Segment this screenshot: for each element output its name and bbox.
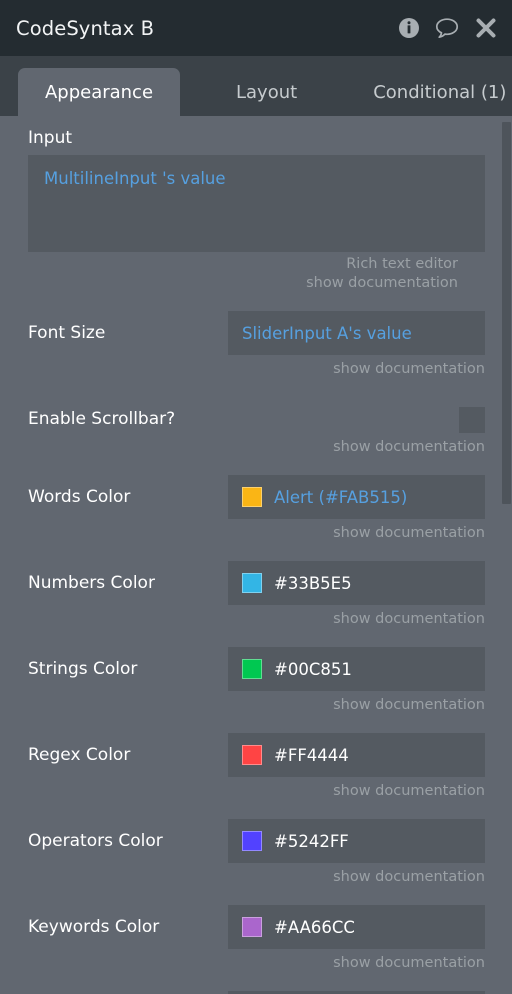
panel-header: CodeSyntax B (0, 0, 512, 56)
vertical-scrollbar-track[interactable] (502, 116, 512, 994)
operators-color-show-documentation-link[interactable]: show documentation (228, 863, 485, 887)
numbers-color-show-documentation-link[interactable]: show documentation (228, 605, 485, 629)
property-control-font-size: SliderInput A's value show documentation (228, 311, 485, 379)
regex-color-input[interactable]: #FF4444 (228, 733, 485, 777)
property-label-words-color: Words Color (28, 487, 131, 507)
font-size-input[interactable]: SliderInput A's value (228, 311, 485, 355)
properties-scroll-area: Input MultilineInput 's value Rich text … (0, 116, 512, 994)
operators-color-swatch[interactable] (242, 831, 262, 851)
numbers-color-input[interactable]: #33B5E5 (228, 561, 485, 605)
font-size-value: SliderInput A's value (242, 323, 412, 343)
property-editor-panel: CodeSyntax B Appearance Layout Condition… (0, 0, 512, 994)
operators-color-input[interactable]: #5242FF (228, 819, 485, 863)
property-row-words-color: Words Color Alert (#FAB515) show documen… (0, 475, 512, 543)
tab-layout[interactable]: Layout (218, 68, 315, 116)
tab-layout-label: Layout (236, 81, 298, 103)
property-control-strings-color: #00C851 show documentation (228, 647, 485, 715)
tab-appearance-label: Appearance (44, 81, 154, 103)
property-control-numbers-color: #33B5E5 show documentation (228, 561, 485, 629)
operators-color-value: #5242FF (274, 831, 349, 851)
input-section: Input MultilineInput 's value Rich text … (0, 128, 512, 293)
vertical-scrollbar-thumb[interactable] (502, 122, 511, 504)
input-textarea[interactable]: MultilineInput 's value (28, 155, 485, 252)
strings-color-value: #00C851 (274, 659, 352, 679)
property-label-operators-color: Operators Color (28, 831, 163, 851)
close-icon[interactable] (474, 16, 498, 40)
enable-scrollbar-checkbox-wrap (228, 397, 485, 433)
words-color-input[interactable]: Alert (#FAB515) (228, 475, 485, 519)
input-section-label: Input (28, 128, 73, 148)
property-label-enable-scrollbar: Enable Scrollbar? (28, 409, 176, 429)
property-label-keywords-color: Keywords Color (28, 917, 160, 937)
words-color-show-documentation-link[interactable]: show documentation (228, 519, 485, 543)
property-row-numbers-color: Numbers Color #33B5E5 show documentation (0, 561, 512, 629)
property-control-words-color: Alert (#FAB515) show documentation (228, 475, 485, 543)
info-icon[interactable] (398, 17, 420, 39)
words-color-swatch[interactable] (242, 487, 262, 507)
input-textarea-value: MultilineInput 's value (44, 169, 226, 188)
property-control-regex-color: #FF4444 show documentation (228, 733, 485, 801)
regex-color-show-documentation-link[interactable]: show documentation (228, 777, 485, 801)
keywords-color-input[interactable]: #AA66CC (228, 905, 485, 949)
tab-conditional[interactable]: Conditional (1) (355, 68, 512, 116)
property-row-operators-color: Operators Color #5242FF show documentati… (0, 819, 512, 887)
strings-color-show-documentation-link[interactable]: show documentation (228, 691, 485, 715)
property-control-enable-scrollbar: show documentation (228, 397, 485, 457)
words-color-value: Alert (#FAB515) (274, 487, 408, 507)
property-row-enable-scrollbar: Enable Scrollbar? show documentation (0, 397, 512, 457)
property-label-numbers-color: Numbers Color (28, 573, 155, 593)
property-control-operators-color: #5242FF show documentation (228, 819, 485, 887)
keywords-color-show-documentation-link[interactable]: show documentation (228, 949, 485, 973)
font-size-show-documentation-link[interactable]: show documentation (228, 355, 485, 379)
property-row-keywords-color: Keywords Color #AA66CC show documentatio… (0, 905, 512, 973)
property-row-font-size: Font Size SliderInput A's value show doc… (0, 311, 512, 379)
tab-appearance[interactable]: Appearance (18, 68, 180, 116)
property-row-strings-color: Strings Color #00C851 show documentation (0, 647, 512, 715)
property-label-font-size: Font Size (28, 323, 106, 343)
numbers-color-value: #33B5E5 (274, 573, 352, 593)
enable-scrollbar-checkbox[interactable] (459, 407, 485, 433)
strings-color-swatch[interactable] (242, 659, 262, 679)
property-label-strings-color: Strings Color (28, 659, 138, 679)
input-helper-editor-type: Rich text editor (346, 256, 458, 272)
tab-bar: Appearance Layout Conditional (1) (0, 56, 512, 116)
comment-icon[interactable] (434, 16, 460, 40)
tab-conditional-label: Conditional (1) (373, 81, 507, 103)
input-show-documentation-link[interactable]: show documentation (28, 274, 485, 293)
regex-color-value: #FF4444 (274, 745, 349, 765)
regex-color-swatch[interactable] (242, 745, 262, 765)
property-row-regex-color: Regex Color #FF4444 show documentation (0, 733, 512, 801)
enable-scrollbar-show-documentation-link[interactable]: show documentation (228, 433, 485, 457)
property-control-keywords-color: #AA66CC show documentation (228, 905, 485, 973)
keywords-color-value: #AA66CC (274, 917, 355, 937)
strings-color-input[interactable]: #00C851 (228, 647, 485, 691)
header-icon-group (398, 16, 498, 40)
keywords-color-swatch[interactable] (242, 917, 262, 937)
property-label-regex-color: Regex Color (28, 745, 131, 765)
panel-title: CodeSyntax B (16, 16, 155, 40)
numbers-color-swatch[interactable] (242, 573, 262, 593)
